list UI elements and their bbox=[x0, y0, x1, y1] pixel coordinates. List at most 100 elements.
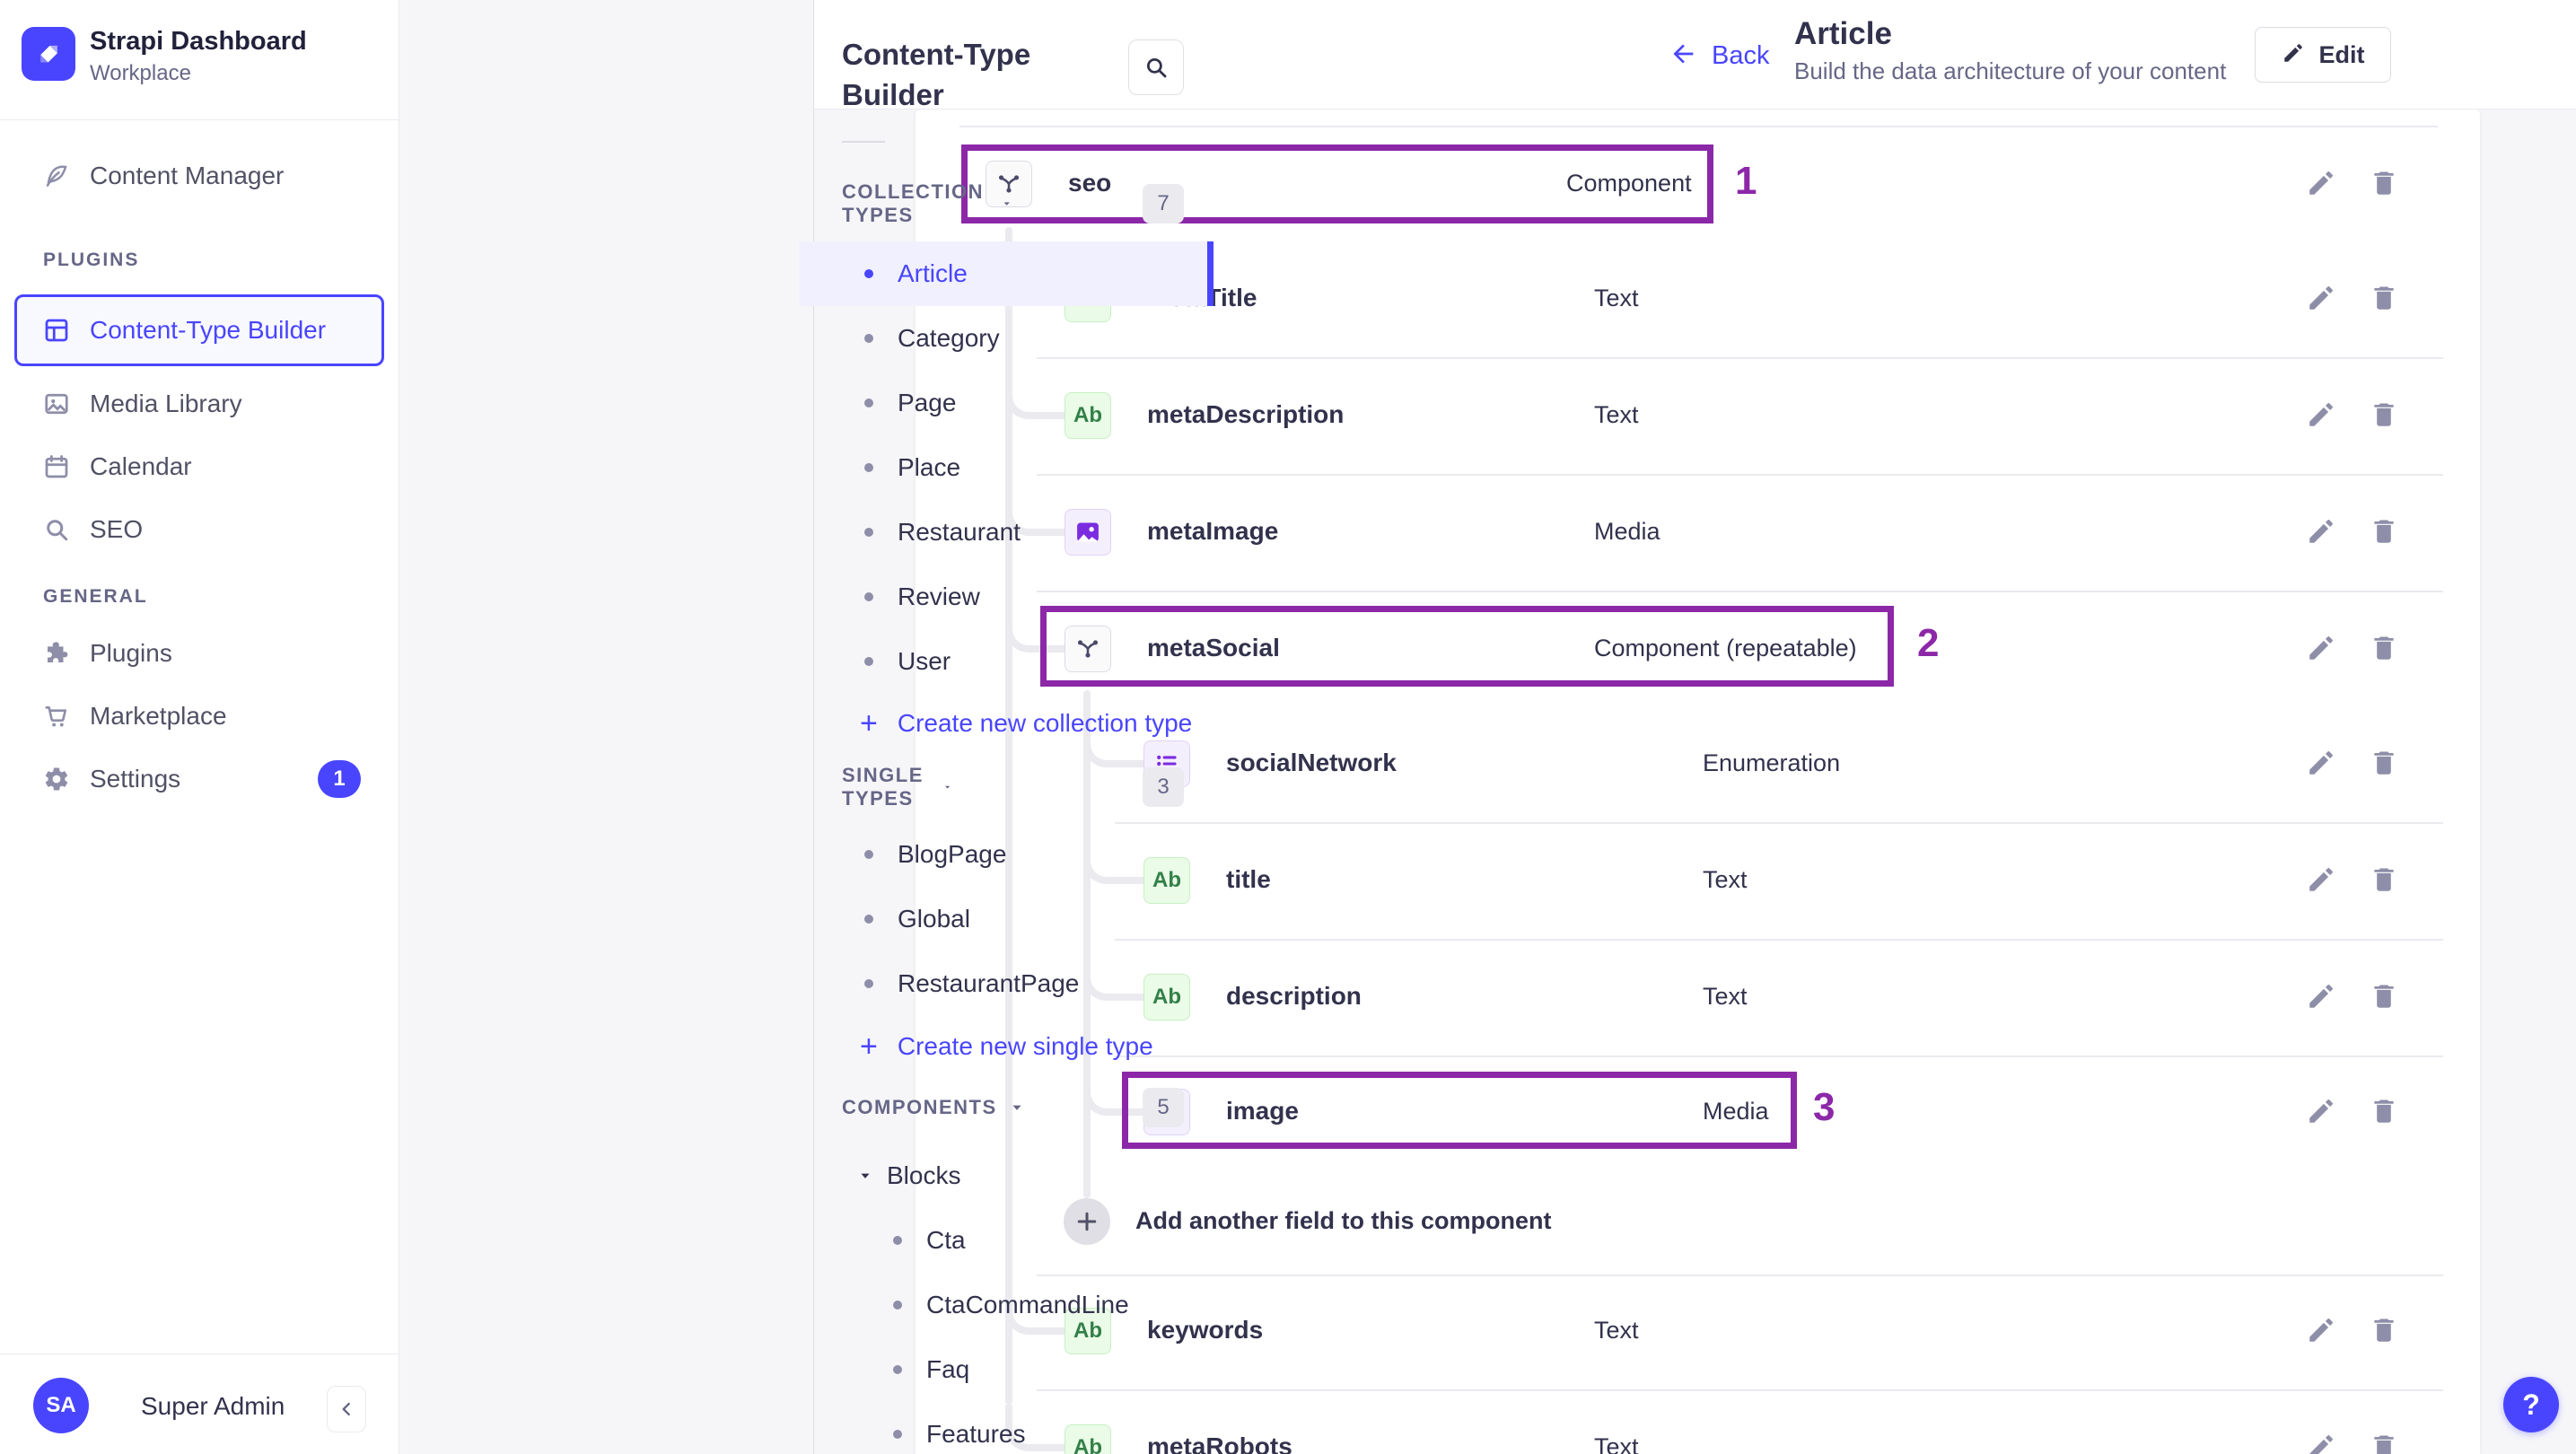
group-header-components[interactable]: COMPONENTS bbox=[842, 1090, 1026, 1126]
edit-field-button[interactable] bbox=[2305, 633, 2337, 665]
bullet-icon bbox=[893, 1430, 902, 1439]
group-header-collection-types[interactable]: COLLECTION TYPES bbox=[842, 180, 1012, 226]
delete-field-button[interactable] bbox=[2368, 168, 2400, 200]
trash-icon bbox=[2374, 868, 2394, 891]
edit-field-button[interactable] bbox=[2305, 1432, 2337, 1454]
sidebar-item-content-type-builder[interactable]: Content-Type Builder bbox=[0, 299, 399, 362]
caret-down-icon bbox=[944, 785, 950, 789]
subnav-item-features[interactable]: Features bbox=[799, 1402, 1214, 1454]
collapse-sidebar-button[interactable] bbox=[327, 1386, 366, 1432]
bullet-icon bbox=[893, 1236, 902, 1245]
search-button[interactable] bbox=[1128, 39, 1184, 95]
back-label: Back bbox=[1712, 41, 1770, 70]
sidebar-item-seo[interactable]: SEO bbox=[0, 498, 399, 561]
delete-field-button[interactable] bbox=[2368, 516, 2400, 548]
avatar[interactable]: SA bbox=[33, 1378, 89, 1433]
puzzle-icon bbox=[48, 642, 68, 662]
field-type: Text bbox=[1594, 1317, 1639, 1344]
create-new-collection-type-link[interactable]: + Create new collection type bbox=[799, 696, 1214, 750]
field-type: Media bbox=[1594, 518, 1660, 545]
subnav-item-review[interactable]: Review bbox=[799, 565, 1214, 629]
subnav-item-label: Review bbox=[898, 582, 980, 610]
edit-field-button[interactable] bbox=[2305, 516, 2337, 548]
trash-icon bbox=[2374, 636, 2394, 660]
back-arrow-icon bbox=[1669, 39, 1697, 73]
subnav-item-place[interactable]: Place bbox=[799, 435, 1214, 500]
edit-field-button[interactable] bbox=[2305, 1096, 2337, 1128]
group-header-single-types[interactable]: SINGLE TYPES bbox=[842, 764, 952, 810]
pencil-icon bbox=[2309, 520, 2333, 543]
sidebar-item-settings[interactable]: Settings bbox=[0, 748, 399, 810]
help-button[interactable]: ? bbox=[2503, 1377, 2559, 1432]
sidebar-item-label: Plugins bbox=[90, 639, 172, 667]
delete-field-button[interactable] bbox=[2368, 1096, 2400, 1128]
edit-button[interactable]: Edit bbox=[2255, 27, 2391, 83]
layout-icon bbox=[45, 319, 68, 342]
feather-icon bbox=[43, 162, 70, 189]
subnav-item-blogpage[interactable]: BlogPage bbox=[799, 822, 1214, 887]
delete-field-button[interactable] bbox=[2368, 864, 2400, 897]
subnav-item-category[interactable]: Category bbox=[799, 306, 1214, 371]
delete-field-button[interactable] bbox=[2368, 283, 2400, 315]
page-title: Article bbox=[1794, 16, 1892, 51]
delete-field-button[interactable] bbox=[2368, 1432, 2400, 1454]
delete-field-button[interactable] bbox=[2368, 399, 2400, 432]
sidebar-item-label: Calendar bbox=[90, 452, 192, 480]
edit-field-button[interactable] bbox=[2305, 981, 2337, 1013]
pencil-icon bbox=[2309, 403, 2333, 426]
subnav-item-user[interactable]: User bbox=[799, 629, 1214, 694]
app-name: Strapi Dashboard bbox=[90, 27, 307, 56]
trash-icon bbox=[2374, 1318, 2394, 1342]
calendar-icon bbox=[43, 453, 70, 480]
group-label: SINGLE TYPES bbox=[842, 764, 924, 810]
sidebar-item-plugins[interactable]: Plugins bbox=[0, 622, 399, 685]
sidebar-item-media-library[interactable]: Media Library bbox=[0, 372, 399, 435]
caret-down-icon bbox=[1012, 1105, 1021, 1110]
bullet-icon bbox=[864, 528, 873, 537]
edit-field-button[interactable] bbox=[2305, 1315, 2337, 1347]
user-name: Super Admin bbox=[141, 1392, 285, 1420]
edit-field-button[interactable] bbox=[2305, 748, 2337, 780]
bullet-icon bbox=[864, 592, 873, 601]
annotation-number-3: 3 bbox=[1813, 1085, 1836, 1129]
caret-down-icon bbox=[1003, 202, 1010, 206]
sidebar-item-marketplace[interactable]: Marketplace bbox=[0, 685, 399, 748]
subnav-item-restaurant[interactable]: Restaurant bbox=[799, 500, 1214, 565]
delete-field-button[interactable] bbox=[2368, 748, 2400, 780]
back-link[interactable]: Back bbox=[1669, 39, 1769, 73]
subnav-item-cta[interactable]: Cta bbox=[799, 1208, 1214, 1273]
pencil-icon bbox=[2309, 985, 2333, 1008]
strapi-logo bbox=[22, 27, 75, 81]
field-type: Enumeration bbox=[1703, 749, 1841, 776]
sidebar-item-calendar[interactable]: Calendar bbox=[0, 435, 399, 498]
general-section-label: GENERAL bbox=[43, 586, 148, 607]
delete-field-button[interactable] bbox=[2368, 981, 2400, 1013]
back-arrow-icon bbox=[1673, 44, 1694, 64]
edit-button-label: Edit bbox=[2318, 40, 2365, 68]
subnav-item-article[interactable]: Article bbox=[799, 241, 1214, 306]
edit-field-button[interactable] bbox=[2305, 864, 2337, 897]
trash-icon bbox=[2374, 751, 2394, 775]
delete-field-button[interactable] bbox=[2368, 1315, 2400, 1347]
pencil-icon bbox=[2309, 1435, 2333, 1454]
row-divider bbox=[1037, 357, 2443, 359]
sidebar-item-content-manager[interactable]: Content Manager bbox=[0, 145, 399, 207]
row-divider bbox=[959, 126, 2438, 127]
subnav-item-restaurantpage[interactable]: RestaurantPage bbox=[799, 951, 1214, 1016]
edit-field-button[interactable] bbox=[2305, 399, 2337, 432]
delete-field-button[interactable] bbox=[2368, 633, 2400, 665]
field-type: Text bbox=[1703, 983, 1748, 1010]
field-type: Text bbox=[1594, 285, 1639, 311]
create-new-single-type-link[interactable]: + Create new single type bbox=[799, 1020, 1214, 1073]
bullet-icon bbox=[864, 915, 873, 924]
annotation-box-1 bbox=[961, 145, 1713, 223]
subnav-item-blocks[interactable]: Blocks bbox=[799, 1143, 1214, 1208]
edit-field-button[interactable] bbox=[2305, 168, 2337, 200]
subnav-item-global[interactable]: Global bbox=[799, 887, 1214, 951]
edit-field-button[interactable] bbox=[2305, 283, 2337, 315]
group-count-badge: 5 bbox=[1143, 1088, 1184, 1127]
annotation-box-3 bbox=[1122, 1072, 1797, 1149]
subnav-item-ctacommandline[interactable]: CtaCommandLine bbox=[799, 1273, 1214, 1337]
subnav-item-faq[interactable]: Faq bbox=[799, 1337, 1214, 1402]
subnav-item-page[interactable]: Page bbox=[799, 371, 1214, 435]
